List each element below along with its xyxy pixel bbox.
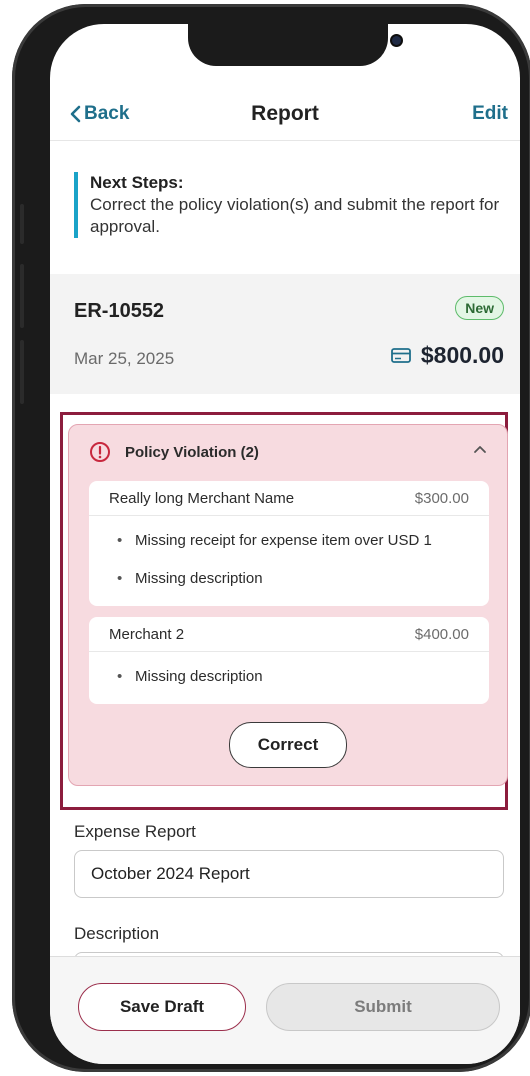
save-draft-button[interactable]: Save Draft bbox=[78, 983, 246, 1031]
chevron-up-icon[interactable] bbox=[471, 441, 489, 459]
phone-side-button bbox=[20, 340, 24, 404]
violation-item: Missing description bbox=[117, 658, 489, 696]
bottom-action-bar: Save Draft Submit bbox=[50, 956, 520, 1064]
expense-report-label: Expense Report bbox=[74, 822, 196, 841]
submit-button[interactable]: Submit bbox=[266, 983, 500, 1031]
phone-side-button bbox=[20, 204, 24, 244]
violation-card-header: Really long Merchant Name $300.00 bbox=[89, 481, 489, 516]
violation-list: Missing description bbox=[89, 652, 489, 704]
violation-card[interactable]: Merchant 2 $400.00 Missing description bbox=[89, 617, 489, 704]
policy-violation-header[interactable]: Policy Violation (2) bbox=[89, 441, 259, 463]
app-screen: Back Report Edit Next Steps: Correct the… bbox=[50, 24, 520, 1064]
nav-bar: Back Report Edit bbox=[50, 88, 520, 141]
correct-button[interactable]: Correct bbox=[229, 722, 347, 768]
report-summary: ER-10552 New Mar 25, 2025 $800.00 bbox=[50, 274, 520, 394]
next-steps-title: Next Steps: bbox=[90, 173, 184, 192]
page-title: Report bbox=[251, 102, 319, 125]
report-id: ER-10552 bbox=[74, 300, 165, 322]
report-total: $800.00 bbox=[390, 342, 504, 369]
phone-side-button bbox=[20, 264, 24, 328]
violation-list: Missing receipt for expense item over US… bbox=[89, 516, 489, 606]
report-date: Mar 25, 2025 bbox=[74, 349, 175, 368]
merchant-name: Really long Merchant Name bbox=[109, 489, 295, 507]
violation-item: Missing description bbox=[117, 560, 489, 598]
camera-icon bbox=[392, 36, 401, 45]
phone-notch bbox=[188, 24, 401, 66]
violation-card[interactable]: Really long Merchant Name $300.00 Missin… bbox=[89, 481, 489, 606]
alert-circle-icon bbox=[90, 442, 110, 462]
expense-report-value: October 2024 Report bbox=[91, 864, 250, 883]
merchant-amount: $400.00 bbox=[414, 625, 469, 643]
credit-card-icon bbox=[390, 348, 411, 363]
edit-button[interactable]: Edit bbox=[472, 88, 508, 140]
violation-card-header: Merchant 2 $400.00 bbox=[89, 617, 489, 652]
expense-report-field[interactable]: October 2024 Report bbox=[74, 850, 504, 898]
report-amount: $800.00 bbox=[420, 342, 504, 368]
merchant-amount: $300.00 bbox=[414, 489, 469, 507]
next-steps-callout: Next Steps: Correct the policy violation… bbox=[74, 172, 510, 238]
policy-violation-title: Policy Violation (2) bbox=[125, 443, 259, 461]
phone-frame: Back Report Edit Next Steps: Correct the… bbox=[12, 4, 530, 1072]
status-badge: New bbox=[455, 296, 504, 320]
merchant-name: Merchant 2 bbox=[109, 625, 185, 643]
violation-item: Missing receipt for expense item over US… bbox=[117, 522, 489, 560]
next-steps-body: Correct the policy violation(s) and subm… bbox=[90, 195, 500, 236]
policy-violation-panel: Policy Violation (2) Really long Merchan… bbox=[68, 424, 508, 786]
description-label: Description bbox=[74, 924, 160, 943]
